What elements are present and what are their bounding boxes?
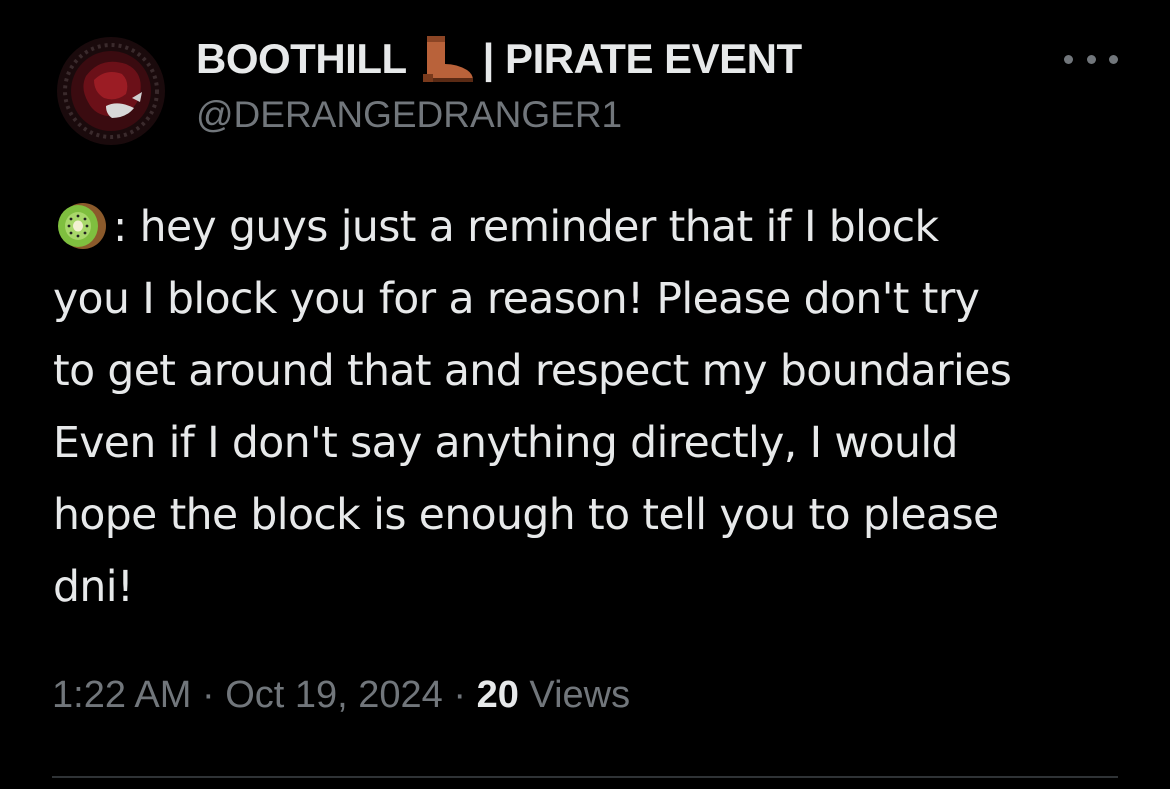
display-name-part2: | PIRATE EVENT xyxy=(482,35,803,82)
display-name[interactable]: BOOTHILL | PIRATE EVENT xyxy=(196,34,802,84)
tweet-meta: 1:22 AM · Oct 19, 2024 · 20 Views xyxy=(52,674,630,717)
more-dot xyxy=(1109,54,1118,64)
views-count: 20 xyxy=(476,674,519,716)
tweet-line-4: Even if I don't say anything directly, I… xyxy=(53,419,959,468)
tweet-time[interactable]: 1:22 AM xyxy=(52,674,191,716)
tweet-line-5: hope the block is enough to tell you to … xyxy=(53,491,999,540)
tweet: BOOTHILL | PIRATE EVENT @DERANGEDRANGER1… xyxy=(0,0,1170,789)
more-dot xyxy=(1086,54,1096,64)
tweet-line-1-text: : hey guys just a reminder that if I blo… xyxy=(113,203,939,252)
more-dot xyxy=(1064,54,1073,64)
meta-separator: · xyxy=(453,674,467,716)
tweet-line-3: to get around that and respect my bounda… xyxy=(53,347,1012,396)
profile-avatar[interactable] xyxy=(56,36,166,146)
boot-icon xyxy=(417,34,475,84)
avatar-image xyxy=(57,37,165,145)
tweet-text: : hey guys just a reminder that if I blo… xyxy=(53,192,1153,624)
display-name-part1: BOOTHILL xyxy=(196,35,407,82)
meta-separator: · xyxy=(201,674,215,716)
views-label: Views xyxy=(529,674,631,716)
kiwi-emoji-icon xyxy=(53,199,107,253)
tweet-date[interactable]: Oct 19, 2024 xyxy=(225,674,443,716)
divider xyxy=(52,776,1118,778)
tweet-line-2: you I block you for a reason! Please don… xyxy=(53,275,980,324)
tweet-line-1: : hey guys just a reminder that if I blo… xyxy=(53,192,1153,264)
user-handle[interactable]: @DERANGEDRANGER1 xyxy=(196,94,622,136)
more-options-icon[interactable] xyxy=(1064,44,1118,74)
tweet-line-6: dni! xyxy=(53,563,134,612)
